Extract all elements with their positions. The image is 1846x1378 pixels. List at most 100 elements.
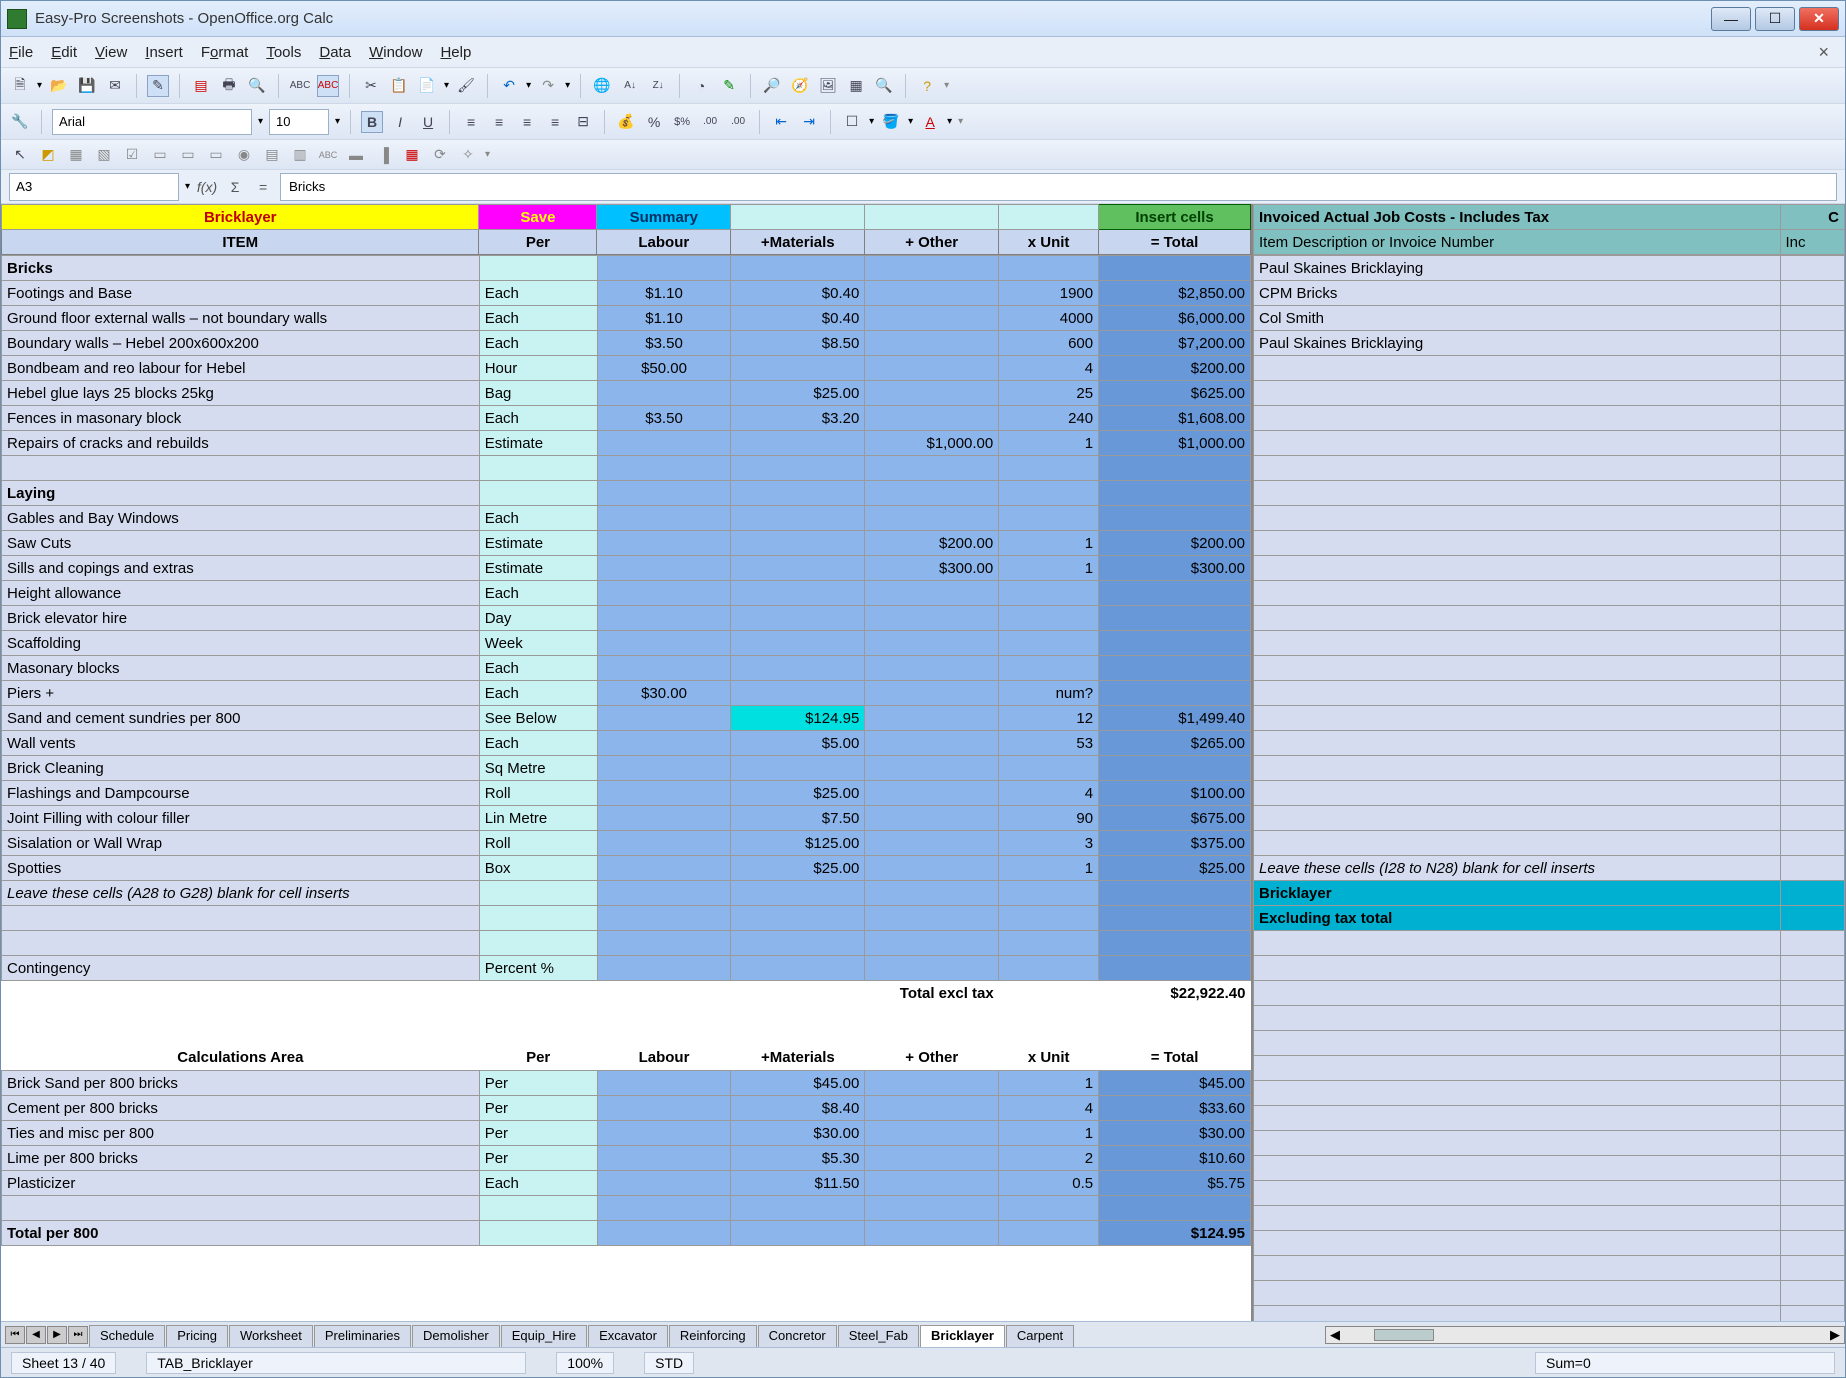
cell[interactable]: 4: [999, 1096, 1099, 1121]
cell[interactable]: [999, 881, 1099, 906]
cell[interactable]: $124.95: [731, 706, 865, 731]
cell[interactable]: Leave these cells (A28 to G28) blank for…: [2, 881, 480, 906]
cell[interactable]: [1099, 506, 1251, 531]
cell[interactable]: [731, 681, 865, 706]
sheet-tab-reinforcing[interactable]: Reinforcing: [669, 1325, 757, 1347]
invoice-cell[interactable]: [1254, 981, 1781, 1006]
shape12-icon[interactable]: ▬: [345, 144, 367, 166]
cell[interactable]: [597, 1121, 731, 1146]
cell[interactable]: Each: [479, 731, 597, 756]
cell[interactable]: Spotties: [2, 856, 480, 881]
invoice-cell[interactable]: [1780, 331, 1844, 356]
cell[interactable]: Each: [479, 581, 597, 606]
formula-input[interactable]: [280, 173, 1837, 201]
sheet-tab-bricklayer[interactable]: Bricklayer: [920, 1325, 1005, 1347]
shape6-icon[interactable]: ▭: [177, 144, 199, 166]
cell[interactable]: Fences in masonary block: [2, 406, 480, 431]
cell[interactable]: Each: [479, 506, 597, 531]
cell[interactable]: Estimate: [479, 531, 597, 556]
edit-icon[interactable]: ✎: [147, 75, 169, 97]
bold-icon[interactable]: B: [361, 111, 383, 133]
invoice-cell[interactable]: Leave these cells (I28 to N28) blank for…: [1254, 856, 1781, 881]
cell[interactable]: [865, 1006, 999, 1046]
cell[interactable]: $45.00: [1099, 1071, 1251, 1096]
invoice-cell[interactable]: [1254, 781, 1781, 806]
preview-icon[interactable]: 🔍: [246, 75, 268, 97]
sort-asc-icon[interactable]: A↓: [619, 75, 641, 97]
cell[interactable]: [597, 881, 731, 906]
invoice-cell[interactable]: [1254, 1231, 1781, 1256]
cell[interactable]: [731, 1006, 865, 1046]
insert-cells-button[interactable]: Insert cells: [1099, 205, 1251, 230]
redo-icon[interactable]: ↷: [537, 75, 559, 97]
cell[interactable]: Total per 800: [2, 1221, 480, 1246]
autospell-icon[interactable]: ABC: [317, 75, 339, 97]
cell[interactable]: $50.00: [597, 356, 731, 381]
cell[interactable]: 53: [999, 731, 1099, 756]
cell[interactable]: $7,200.00: [1099, 331, 1251, 356]
shape7-icon[interactable]: ▭: [205, 144, 227, 166]
invoice-cell[interactable]: [1780, 656, 1844, 681]
cell[interactable]: [865, 781, 999, 806]
invoice-cell[interactable]: [1254, 456, 1781, 481]
invoice-cell[interactable]: [1780, 1056, 1844, 1081]
sheet-tab-schedule[interactable]: Schedule: [89, 1325, 165, 1347]
cell[interactable]: $11.50: [731, 1171, 865, 1196]
undo-icon[interactable]: ↶: [498, 75, 520, 97]
invoice-cell[interactable]: [1780, 1006, 1844, 1031]
spell-icon[interactable]: ABC: [289, 75, 311, 97]
invoice-cell[interactable]: CPM Bricks: [1254, 281, 1781, 306]
cell[interactable]: Bricks: [2, 256, 480, 281]
invoice-cell[interactable]: [1254, 431, 1781, 456]
invoice-cell[interactable]: [1780, 1231, 1844, 1256]
cell[interactable]: [999, 481, 1099, 506]
cell[interactable]: $3.20: [731, 406, 865, 431]
sheet-tab-concretor[interactable]: Concretor: [758, 1325, 837, 1347]
cell[interactable]: 240: [999, 406, 1099, 431]
cell[interactable]: $3.50: [597, 331, 731, 356]
cell[interactable]: [479, 881, 597, 906]
new-icon[interactable]: 🗎: [9, 75, 31, 97]
cell[interactable]: [865, 1146, 999, 1171]
cell[interactable]: $1,000.00: [1099, 431, 1251, 456]
equals-icon[interactable]: =: [252, 179, 274, 195]
cell[interactable]: See Below: [479, 706, 597, 731]
invoice-cell[interactable]: [1254, 606, 1781, 631]
cell[interactable]: 1: [999, 856, 1099, 881]
invoice-cell[interactable]: [1780, 481, 1844, 506]
cell[interactable]: [865, 606, 999, 631]
cell[interactable]: $125.00: [731, 831, 865, 856]
invoice-table[interactable]: Invoiced Actual Job Costs - Includes Tax…: [1253, 204, 1845, 255]
cell[interactable]: [999, 1196, 1099, 1221]
help-icon[interactable]: ?: [916, 75, 938, 97]
cell[interactable]: [597, 381, 731, 406]
invoice-cell[interactable]: [1780, 606, 1844, 631]
cell[interactable]: [479, 256, 597, 281]
spreadsheet-grid[interactable]: Bricklayer Save Summary Insert cells ITE…: [1, 204, 1845, 1321]
cell[interactable]: [2, 1196, 480, 1221]
cell[interactable]: [597, 506, 731, 531]
invoice-cell[interactable]: [1780, 556, 1844, 581]
cell[interactable]: [999, 756, 1099, 781]
cell[interactable]: [865, 1071, 999, 1096]
invoice-cell[interactable]: [1254, 681, 1781, 706]
cell[interactable]: [479, 906, 597, 931]
invoice-cell[interactable]: [1254, 831, 1781, 856]
invoice-cell[interactable]: [1254, 1056, 1781, 1081]
cell[interactable]: Joint Filling with colour filler: [2, 806, 480, 831]
cell[interactable]: [597, 656, 731, 681]
cell[interactable]: $1,000.00: [865, 431, 999, 456]
menu-insert[interactable]: Insert: [145, 44, 183, 61]
invoice-cell[interactable]: [1780, 1156, 1844, 1181]
cell[interactable]: 1: [999, 1071, 1099, 1096]
cell[interactable]: [731, 556, 865, 581]
cell[interactable]: $3.50: [597, 406, 731, 431]
currency2-icon[interactable]: $%: [671, 111, 693, 133]
cell[interactable]: Per: [479, 1046, 597, 1071]
cell[interactable]: [597, 256, 731, 281]
cell[interactable]: [1099, 256, 1251, 281]
cell[interactable]: $0.40: [731, 281, 865, 306]
cell[interactable]: Height allowance: [2, 581, 480, 606]
shape10-icon[interactable]: ▥: [289, 144, 311, 166]
invoice-cell[interactable]: [1254, 556, 1781, 581]
